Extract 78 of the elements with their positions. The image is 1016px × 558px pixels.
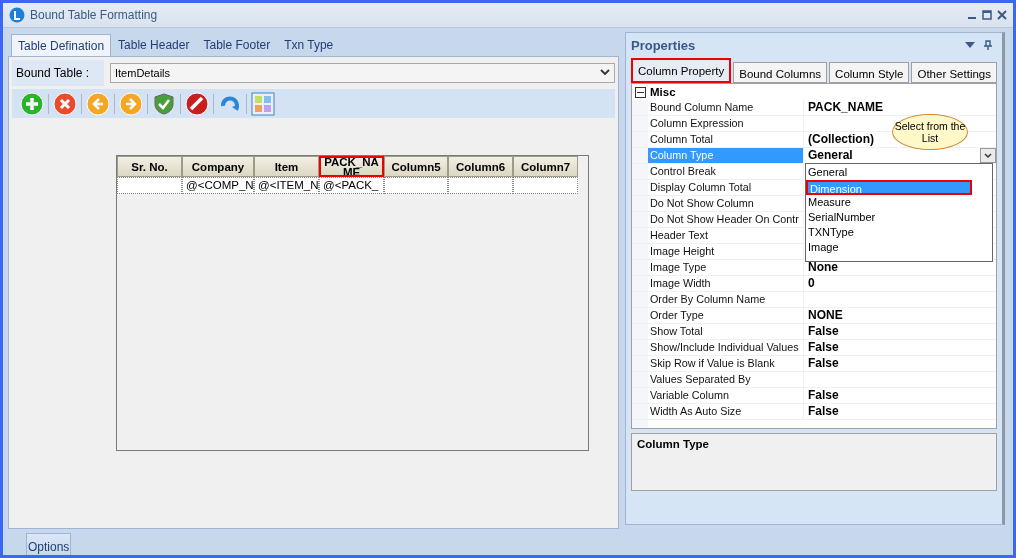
property-name[interactable]: Display Column Total: [647, 180, 804, 195]
column-header[interactable]: Column6: [448, 156, 513, 177]
property-name[interactable]: Show Total: [647, 324, 804, 339]
table-cell: [117, 177, 182, 194]
property-value: PACK_NAME: [807, 100, 884, 115]
list-option[interactable]: SerialNumber: [805, 210, 992, 225]
table-cell: @<COMP_N: [182, 177, 254, 194]
bound-table-select[interactable]: ItemDetails: [110, 63, 615, 83]
table-cell: @<PACK_: [319, 177, 384, 194]
list-option[interactable]: TXNType: [805, 225, 992, 240]
column-header[interactable]: PACK_NAME: [319, 156, 384, 177]
property-name[interactable]: Order Type: [647, 308, 804, 323]
property-name[interactable]: Header Text: [647, 228, 804, 243]
callout-bubble: Select from the List: [891, 114, 968, 150]
property-value: NONE: [807, 308, 843, 323]
pin-icon[interactable]: [983, 40, 993, 50]
dropdown-arrow-icon[interactable]: [965, 42, 975, 48]
property-name[interactable]: Show/Include Individual Values: [647, 340, 804, 355]
column-header[interactable]: Column5: [384, 156, 448, 177]
delete-icon[interactable]: [53, 91, 77, 116]
tab[interactable]: Options: [26, 533, 72, 555]
tab[interactable]: Table Header: [111, 33, 197, 56]
property-name[interactable]: Column Total: [647, 132, 804, 147]
dropdown-button[interactable]: [980, 148, 996, 163]
property-value: (Collection): [807, 132, 874, 147]
property-name[interactable]: Variable Column: [647, 388, 804, 403]
bound-table-label: Bound Table :: [12, 60, 104, 86]
close-icon[interactable]: [997, 10, 1007, 20]
chevron-down-icon: [984, 152, 992, 159]
property-value: 0: [807, 276, 815, 291]
description-title: Column Type: [636, 438, 709, 450]
tab[interactable]: Column Style: [829, 62, 910, 83]
property-name[interactable]: Do Not Show Column: [647, 196, 804, 211]
property-value: General: [807, 148, 853, 163]
property-name[interactable]: Control Break: [647, 164, 804, 179]
category-label: Misc: [649, 86, 676, 98]
column-header[interactable]: Column7: [513, 156, 578, 177]
table-cell: [448, 177, 513, 194]
list-option[interactable]: Image: [805, 240, 992, 255]
app-logo-icon: [9, 7, 25, 23]
property-value: False: [807, 388, 839, 403]
column-header[interactable]: Item: [254, 156, 319, 177]
maximize-icon[interactable]: [982, 10, 992, 20]
property-value: False: [807, 404, 839, 419]
panel-title: Properties: [630, 37, 697, 53]
list-option[interactable]: General: [805, 165, 992, 180]
tab[interactable]: Other Settings: [911, 62, 997, 83]
tab[interactable]: Table Footer: [196, 33, 278, 56]
property-name[interactable]: Image Height: [647, 244, 804, 259]
collapse-icon[interactable]: [634, 86, 646, 98]
table-cell: [384, 177, 448, 194]
property-name[interactable]: Image Width: [647, 276, 804, 291]
property-name[interactable]: Do Not Show Header On Contr: [647, 212, 804, 227]
table-cell: @<ITEM_N: [254, 177, 319, 194]
property-name[interactable]: Column Expression: [647, 116, 804, 131]
stop-icon[interactable]: [185, 91, 209, 116]
property-value: None: [807, 260, 838, 275]
tab[interactable]: Column Property: [630, 58, 732, 83]
property-name[interactable]: Order By Column Name: [647, 292, 804, 307]
add-icon[interactable]: [20, 91, 44, 116]
property-value: False: [807, 324, 839, 339]
window-title: Bound Table Formatting: [30, 8, 159, 22]
property-value: False: [807, 356, 839, 371]
property-name[interactable]: Image Type: [647, 260, 804, 275]
property-name[interactable]: Values Separated By: [647, 372, 804, 387]
property-name[interactable]: Width As Auto Size: [647, 404, 804, 419]
property-name[interactable]: Skip Row if Value is Blank: [647, 356, 804, 371]
column-header[interactable]: Sr. No.: [117, 156, 182, 177]
tab[interactable]: Bound Columns: [733, 62, 828, 83]
tab[interactable]: Table Defination: [11, 34, 112, 56]
shield-check-icon[interactable]: [152, 91, 176, 116]
chevron-down-icon: [599, 69, 610, 77]
tab[interactable]: Txn Type: [277, 33, 341, 56]
list-option[interactable]: Measure: [805, 195, 992, 210]
property-value: False: [807, 340, 839, 355]
table-cell: [513, 177, 578, 194]
column-header[interactable]: Company: [182, 156, 254, 177]
property-name[interactable]: Bound Column Name: [647, 100, 804, 115]
